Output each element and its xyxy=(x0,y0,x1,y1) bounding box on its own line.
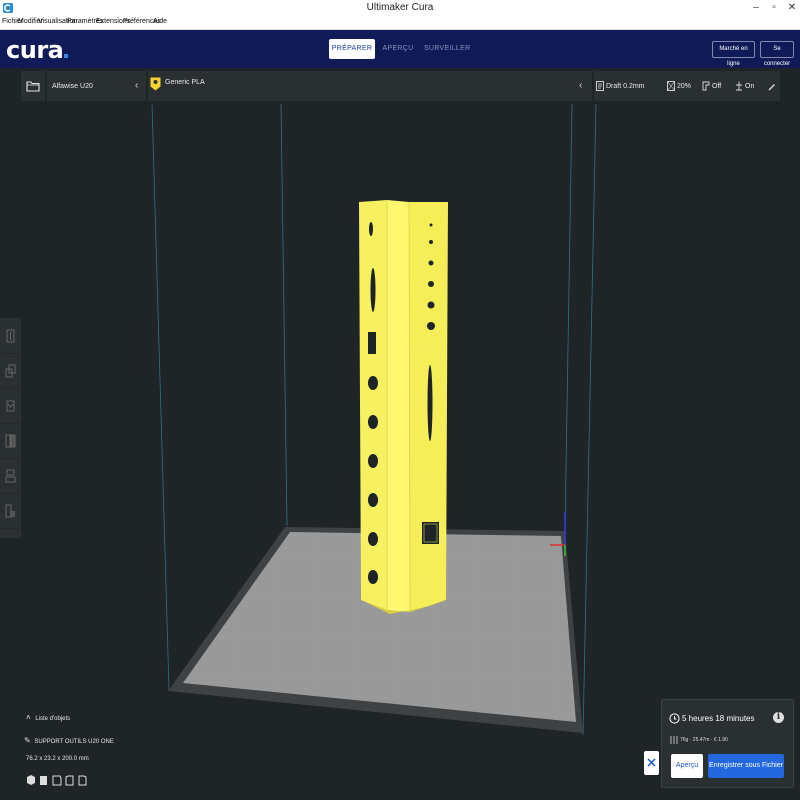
tab-preview[interactable]: APERÇU xyxy=(380,39,416,59)
scale-tool-button[interactable] xyxy=(1,355,20,389)
title-bar: Ultimaker Cura – ▫ ✕ xyxy=(0,0,800,17)
clock-icon xyxy=(669,713,680,724)
scale-icon xyxy=(5,364,16,378)
3d-viewport[interactable] xyxy=(0,104,800,800)
tab-monitor[interactable]: SURVEILLER xyxy=(424,39,470,59)
object-name: SUPPORT OUTILS U20 ONE xyxy=(34,739,114,745)
chevron-left-icon: ‹ xyxy=(135,80,139,91)
mirror-tool-button[interactable] xyxy=(1,425,20,459)
slice-settings-button[interactable] xyxy=(644,751,659,775)
marketplace-button[interactable]: Marché en ligne xyxy=(712,41,755,67)
object-list-toggle[interactable]: ˄ Liste d'objets xyxy=(26,713,70,722)
chevron-left-icon: ‹ xyxy=(579,80,583,91)
window-title: Ultimaker Cura xyxy=(366,2,434,13)
menu-help[interactable]: Aide xyxy=(153,18,167,25)
tab-prepare[interactable]: PRÉPARER xyxy=(329,39,375,59)
rotate-icon xyxy=(6,400,15,412)
material-selector[interactable]: Generic PLA ‹ xyxy=(148,71,592,101)
open-file-button[interactable] xyxy=(21,71,45,101)
stage-toolbar: Alfawise U20 ‹ Generic PLA ‹ Draft 0.2mm… xyxy=(0,68,800,104)
print-settings-panel[interactable]: Draft 0.2mm 20% Off On xyxy=(594,71,780,101)
pencil-icon xyxy=(768,84,775,91)
preview-button[interactable]: Aperçu xyxy=(671,754,703,778)
infill-icon xyxy=(667,81,675,91)
mirror-icon xyxy=(5,434,16,448)
cura-logo: cura xyxy=(6,36,69,64)
object-name-row: ✎ SUPPORT OUTILS U20 ONE xyxy=(24,736,114,745)
menu-bar: Fichier Modifier Visualisation Paramètre… xyxy=(0,17,800,30)
model-support-outils[interactable] xyxy=(359,200,448,614)
close-button[interactable]: ✕ xyxy=(784,1,800,15)
build-volume-scene[interactable] xyxy=(0,104,800,800)
tool-sidebar xyxy=(0,318,21,538)
support-blocker-button[interactable] xyxy=(1,495,20,529)
printer-selector[interactable]: Alfawise U20 ‹ xyxy=(47,71,146,101)
per-model-settings-button[interactable] xyxy=(1,460,20,494)
folder-icon xyxy=(26,81,40,92)
material-usage: 76g · 25.47m · € 1.90 xyxy=(680,737,728,743)
object-dimensions: 76.2 x 23.2 x 200.0 mm xyxy=(26,756,89,762)
filament-icon xyxy=(670,736,678,744)
view-right-icon[interactable] xyxy=(77,773,89,787)
view-left-icon[interactable] xyxy=(64,773,76,787)
rotate-tool-button[interactable] xyxy=(1,390,20,424)
object-list-label: Liste d'objets xyxy=(35,716,71,722)
move-icon xyxy=(6,329,15,343)
adhesion-icon xyxy=(736,81,742,91)
move-tool-button[interactable] xyxy=(1,320,20,354)
printer-name: Alfawise U20 xyxy=(52,83,93,90)
support-blocker-icon xyxy=(5,504,15,518)
profile-icon xyxy=(596,81,604,91)
view-3d-icon[interactable] xyxy=(25,773,37,787)
print-time: 5 heures 18 minutes xyxy=(682,714,755,723)
support-icon xyxy=(702,81,710,91)
minimize-button[interactable]: – xyxy=(748,1,764,15)
tools-icon xyxy=(647,758,656,767)
maximize-button[interactable]: ▫ xyxy=(766,1,782,15)
save-to-file-button[interactable]: Enregistrer sous Fichier xyxy=(708,754,784,778)
sign-in-button[interactable]: Se connecter xyxy=(760,41,794,67)
view-front-icon[interactable] xyxy=(38,773,50,787)
info-icon[interactable]: i xyxy=(773,712,784,723)
app-header: cura PRÉPARER APERÇU SURVEILLER Marché e… xyxy=(0,30,800,68)
edit-pencil-icon: ✎ xyxy=(24,736,31,745)
print-summary-panel: 5 heures 18 minutes i 76g · 25.47m · € 1… xyxy=(661,699,794,788)
view-top-icon[interactable] xyxy=(51,773,63,787)
profile-name: Draft 0.2mm xyxy=(606,83,645,90)
infill-value: 20% xyxy=(677,83,692,90)
extruder-icon xyxy=(150,77,161,91)
adhesion-value: On xyxy=(745,83,755,90)
material-name: Generic PLA xyxy=(165,79,205,86)
support-value: Off xyxy=(712,83,722,90)
per-model-settings-icon xyxy=(5,469,16,483)
chevron-up-icon: ˄ xyxy=(26,713,31,722)
